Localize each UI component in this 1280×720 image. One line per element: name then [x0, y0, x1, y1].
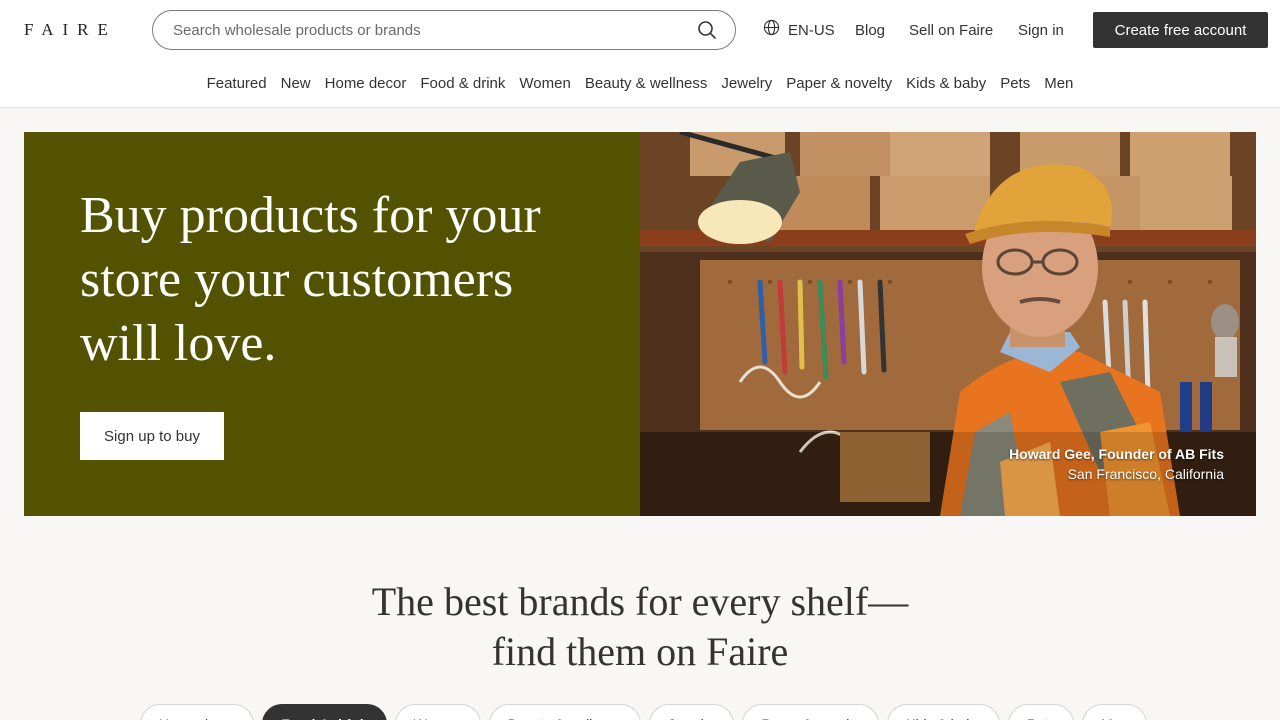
- search-icon[interactable]: [697, 20, 717, 40]
- pill-home-decor[interactable]: Home decor: [140, 704, 255, 720]
- language-label: EN-US: [788, 21, 835, 39]
- section-title-line2: find them on Faire: [491, 629, 789, 674]
- globe-icon: [763, 19, 780, 41]
- category-food-drink[interactable]: Food & drink: [420, 74, 505, 94]
- category-pill-row: Home decor Food & drink Women Beauty & w…: [140, 704, 1148, 720]
- category-paper-novelty[interactable]: Paper & novelty: [786, 74, 892, 94]
- hero-title: Buy products for your store your custome…: [80, 187, 541, 372]
- pill-paper-novelty[interactable]: Paper & novelty: [742, 704, 880, 720]
- sign-in-link[interactable]: Sign in: [1018, 22, 1064, 39]
- search-input[interactable]: [173, 21, 697, 39]
- search-bar[interactable]: [152, 10, 736, 50]
- site-header: FAIRE EN-US Blog Sell on Faire Sign in C…: [0, 0, 1280, 108]
- caption-name: Howard Gee, Founder of AB Fits: [1009, 446, 1224, 462]
- pill-beauty-wellness[interactable]: Beauty & wellness: [488, 704, 641, 720]
- sign-up-to-buy-button[interactable]: Sign up to buy: [80, 412, 224, 460]
- nav-sell[interactable]: Sell on Faire: [909, 19, 993, 41]
- pill-pets[interactable]: Pets: [1008, 704, 1075, 720]
- pill-kids-baby[interactable]: Kids & baby: [887, 704, 1001, 720]
- category-men[interactable]: Men: [1044, 74, 1073, 94]
- category-featured[interactable]: Featured: [207, 74, 267, 94]
- nav-blog[interactable]: Blog: [855, 19, 885, 41]
- pill-jewelry[interactable]: Jewelry: [648, 704, 735, 720]
- pill-women[interactable]: Women: [394, 704, 481, 720]
- create-account-button[interactable]: Create free account: [1093, 12, 1268, 48]
- nav-signin[interactable]: Sign in: [1018, 19, 1064, 41]
- section-title-line1: The best brands for every shelf—: [371, 579, 909, 624]
- blog-link[interactable]: Blog: [855, 22, 885, 39]
- category-kids-baby[interactable]: Kids & baby: [906, 74, 986, 94]
- category-new[interactable]: New: [281, 74, 311, 94]
- hero-caption: Howard Gee, Founder of AB Fits San Franc…: [1009, 444, 1224, 484]
- sell-on-faire-link[interactable]: Sell on Faire: [909, 22, 993, 39]
- category-beauty-wellness[interactable]: Beauty & wellness: [585, 74, 708, 94]
- section-title: The best brands for every shelf— find th…: [0, 577, 1280, 677]
- language-selector[interactable]: EN-US: [763, 19, 835, 41]
- category-women[interactable]: Women: [519, 74, 570, 94]
- pill-men[interactable]: Men: [1082, 704, 1148, 720]
- category-jewelry[interactable]: Jewelry: [721, 74, 772, 94]
- faire-logo[interactable]: FAIRE: [24, 20, 117, 40]
- category-nav: Featured New Home decor Food & drink Wom…: [0, 74, 1280, 94]
- hero-panel: Buy products for your store your custome…: [24, 132, 640, 516]
- pill-food-drink[interactable]: Food & drink: [262, 704, 387, 720]
- caption-location: San Francisco, California: [1067, 466, 1224, 482]
- category-pets[interactable]: Pets: [1000, 74, 1030, 94]
- hero-photo: Howard Gee, Founder of AB Fits San Franc…: [640, 132, 1256, 516]
- category-home-decor[interactable]: Home decor: [325, 74, 407, 94]
